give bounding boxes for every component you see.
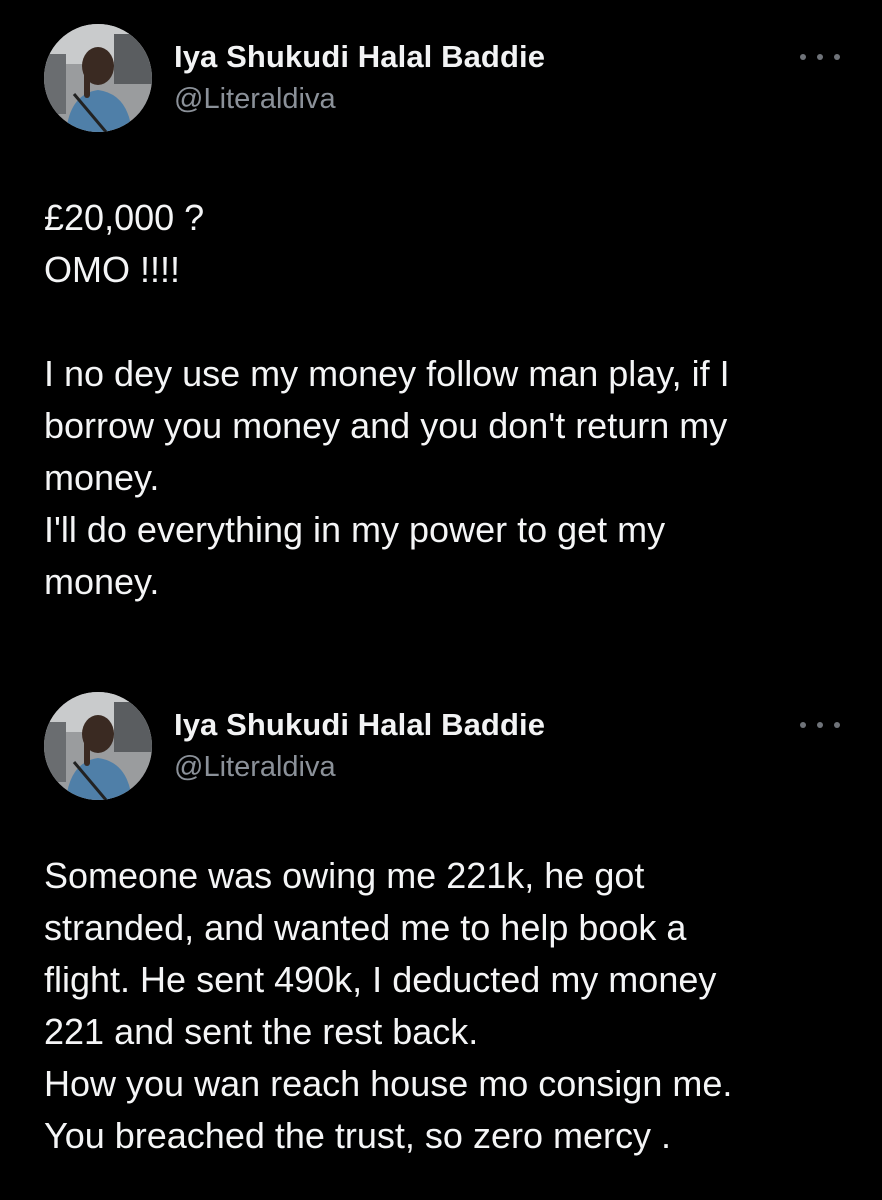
tweet-line: borrow you money and you don't return my	[44, 405, 728, 446]
tweet-line: I no dey use my money follow man play, i…	[44, 353, 730, 394]
author-info: Iya Shukudi Halal Baddie @Literaldiva	[174, 706, 545, 786]
tweet[interactable]: Iya Shukudi Halal Baddie @Literaldiva So…	[0, 668, 882, 1200]
tweet-line: money.	[44, 561, 160, 602]
tweet-line: I'll do everything in my power to get my	[44, 509, 666, 550]
tweet-line: flight. He sent 490k, I deducted my mone…	[44, 959, 717, 1000]
tweet-line: Someone was owing me 221k, he got	[44, 855, 645, 896]
tweet-line: 221 and sent the rest back.	[44, 1011, 479, 1052]
author-display-name[interactable]: Iya Shukudi Halal Baddie	[174, 38, 545, 76]
tweet-header: Iya Shukudi Halal Baddie @Literaldiva	[44, 24, 844, 134]
tweet-text: Someone was owing me 221k, he got strand…	[44, 850, 844, 1162]
author-info: Iya Shukudi Halal Baddie @Literaldiva	[174, 38, 545, 118]
tweet-line: money.	[44, 457, 160, 498]
tweet[interactable]: Iya Shukudi Halal Baddie @Literaldiva £2…	[0, 0, 882, 660]
avatar[interactable]	[44, 692, 152, 800]
avatar-image	[44, 24, 152, 132]
dot	[800, 722, 806, 728]
author-handle[interactable]: @Literaldiva	[174, 748, 545, 786]
tweet-line: You breached the trust, so zero mercy .	[44, 1115, 671, 1156]
dot	[834, 722, 840, 728]
author-display-name[interactable]: Iya Shukudi Halal Baddie	[174, 706, 545, 744]
tweet-line: OMO !!!!	[44, 249, 181, 290]
dot	[817, 54, 823, 60]
more-horizontal-icon[interactable]	[800, 718, 840, 732]
tweet-text: £20,000 ? OMO !!!! I no dey use my money…	[44, 192, 844, 608]
tweet-line: How you wan reach house mo consign me.	[44, 1063, 733, 1104]
tweet-header: Iya Shukudi Halal Baddie @Literaldiva	[44, 692, 844, 802]
more-horizontal-icon[interactable]	[800, 50, 840, 64]
dot	[834, 54, 840, 60]
tweet-line: £20,000 ?	[44, 197, 205, 238]
avatar[interactable]	[44, 24, 152, 132]
dot	[817, 722, 823, 728]
tweet-line: stranded, and wanted me to help book a	[44, 907, 687, 948]
avatar-image	[44, 692, 152, 800]
dot	[800, 54, 806, 60]
author-handle[interactable]: @Literaldiva	[174, 80, 545, 118]
tweet-line-blank	[44, 296, 844, 348]
